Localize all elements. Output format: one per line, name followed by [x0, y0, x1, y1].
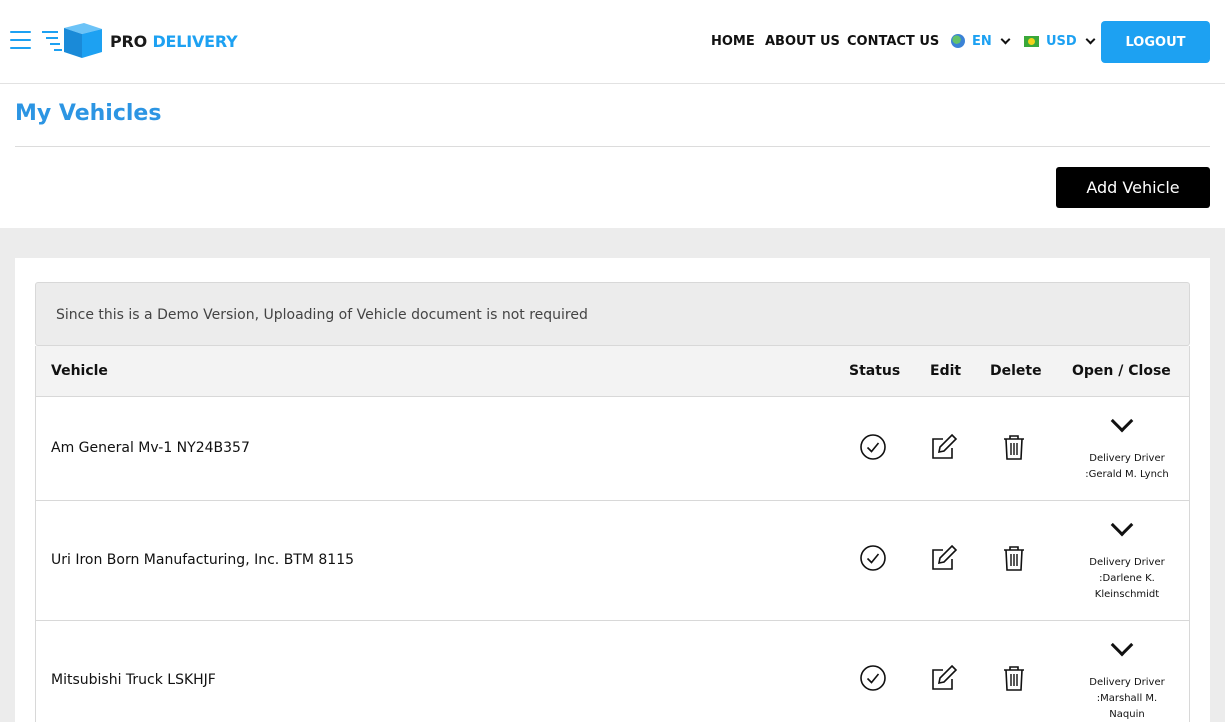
chevron-down-icon[interactable] — [1110, 409, 1134, 433]
check-circle-icon[interactable] — [859, 433, 887, 461]
currency-value: USD — [1046, 33, 1077, 49]
edit-icon[interactable] — [930, 433, 958, 461]
chevron-down-icon[interactable] — [1110, 513, 1134, 537]
divider — [15, 146, 1210, 147]
check-circle-icon[interactable] — [859, 664, 887, 692]
language-value: EN — [972, 33, 992, 49]
chevron-down-icon — [1085, 34, 1096, 44]
driver-name: :Darlene K. — [1099, 573, 1155, 584]
vehicles-table: Vehicle Status Edit Delete Open / Close … — [35, 346, 1190, 722]
demo-notice: Since this is a Demo Version, Uploading … — [35, 282, 1190, 346]
edit-icon[interactable] — [930, 544, 958, 572]
nav-about[interactable]: ABOUT US — [765, 31, 840, 51]
vehicle-name: Mitsubishi Truck LSKHJF — [51, 672, 216, 688]
globe-icon — [951, 34, 965, 48]
header-delete: Delete — [990, 363, 1042, 379]
vehicle-name: Uri Iron Born Manufacturing, Inc. BTM 81… — [51, 552, 355, 568]
driver-name: :Marshall M. — [1096, 693, 1158, 704]
brand-pro: PRO — [110, 31, 148, 51]
driver-label: Delivery Driver — [1089, 453, 1165, 464]
flag-icon — [1024, 35, 1039, 47]
page-title: My Vehicles — [15, 101, 162, 126]
hamburger-icon[interactable] — [10, 31, 31, 50]
logout-button[interactable]: LOGOUT — [1101, 21, 1210, 63]
chevron-down-icon — [1000, 34, 1011, 44]
table-row: Am General Mv-1 NY24B357 Delivery Driver… — [36, 397, 1189, 501]
table-row: Mitsubishi Truck LSKHJF Delivery Driver … — [36, 621, 1189, 722]
driver-name: :Gerald M. Lynch — [1085, 469, 1169, 480]
driver-info: Delivery Driver :Marshall M. Naquin — [1072, 675, 1182, 722]
driver-label: Delivery Driver — [1089, 677, 1165, 688]
driver-label: Delivery Driver — [1089, 557, 1165, 568]
header-open-close: Open / Close — [1072, 363, 1171, 379]
check-circle-icon[interactable] — [859, 544, 887, 572]
header-vehicle: Vehicle — [51, 363, 108, 379]
chevron-down-icon[interactable] — [1110, 633, 1134, 657]
brand-delivery: DELIVERY — [152, 31, 238, 51]
brand-name: PRO DELIVERY — [110, 32, 238, 51]
nav-home-link[interactable]: HOME — [711, 34, 755, 49]
nav-home[interactable]: HOME — [711, 31, 755, 51]
trash-icon[interactable] — [1000, 544, 1028, 572]
nav-contact[interactable]: CONTACT US — [847, 31, 939, 51]
driver-info: Delivery Driver :Darlene K. Kleinschmidt — [1072, 555, 1182, 603]
currency-selector[interactable]: USD — [1024, 31, 1096, 51]
vehicle-name: Am General Mv-1 NY24B357 — [51, 440, 250, 456]
top-header: PRO DELIVERY HOME ABOUT US CONTACT US EN… — [0, 0, 1225, 84]
driver-name-cont: Naquin — [1109, 709, 1145, 720]
table-row: Uri Iron Born Manufacturing, Inc. BTM 81… — [36, 501, 1189, 621]
nav-contact-link[interactable]: CONTACT US — [847, 34, 939, 49]
nav-about-link[interactable]: ABOUT US — [765, 34, 840, 49]
brand-logo[interactable]: PRO DELIVERY — [40, 22, 238, 60]
language-selector[interactable]: EN — [951, 31, 1011, 51]
header-edit: Edit — [930, 363, 962, 379]
edit-icon[interactable] — [930, 664, 958, 692]
table-header: Vehicle Status Edit Delete Open / Close — [36, 346, 1189, 397]
trash-icon[interactable] — [1000, 664, 1028, 692]
demo-notice-text: Since this is a Demo Version, Uploading … — [56, 307, 588, 323]
add-vehicle-button[interactable]: Add Vehicle — [1056, 167, 1210, 208]
driver-name-cont: Kleinschmidt — [1094, 589, 1160, 600]
trash-icon[interactable] — [1000, 433, 1028, 461]
box-logo-icon — [42, 23, 102, 58]
header-status: Status — [849, 363, 901, 379]
driver-info: Delivery Driver :Gerald M. Lynch — [1072, 451, 1182, 483]
